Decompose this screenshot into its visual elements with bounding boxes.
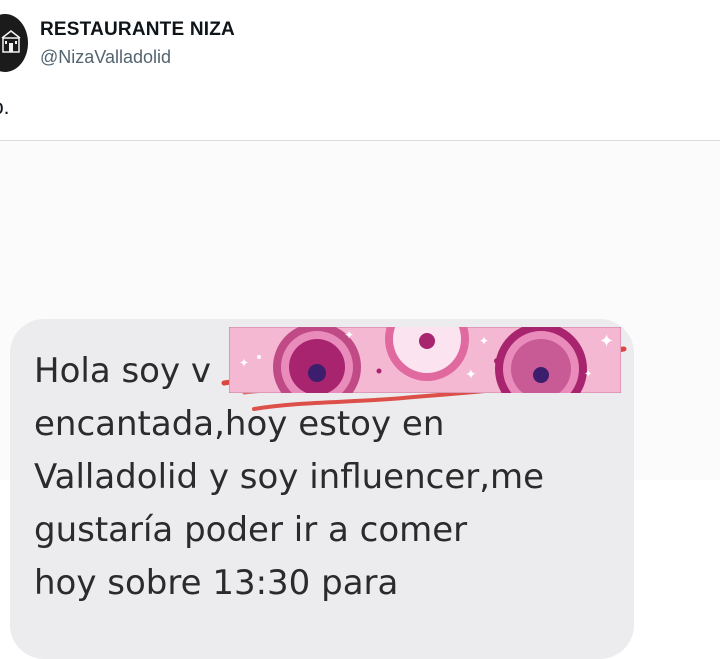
tweet-header: RESTAURANTE NIZA @NizaValladolid o. xyxy=(0,0,720,140)
account-handle[interactable]: @NizaValladolid xyxy=(40,47,171,68)
svg-text:✦: ✦ xyxy=(584,369,592,380)
tweet-media-image[interactable]: Hola soy v encantada,hoy estoy en Vallad… xyxy=(0,141,720,659)
svg-text:✦: ✦ xyxy=(344,328,354,342)
donuts-sticker-icon: ✦ ✦ ✦ ✦ ✦ ✦ xyxy=(229,327,621,393)
svg-text:✦: ✦ xyxy=(465,366,477,382)
message-line: gustaría poder ir a comer xyxy=(34,510,468,550)
restaurant-logo-icon xyxy=(1,30,21,53)
donut-icon xyxy=(495,327,587,393)
svg-text:✦: ✦ xyxy=(479,334,489,348)
tweet-text: o. xyxy=(0,96,10,119)
account-avatar[interactable] xyxy=(0,14,28,72)
svg-text:✦: ✦ xyxy=(239,356,249,370)
message-line: hoy sobre 13:30 para xyxy=(34,563,399,603)
message-line: Valladolid y soy influencer,me xyxy=(34,457,545,497)
account-name[interactable]: RESTAURANTE NIZA xyxy=(40,19,235,41)
svg-text:✦: ✦ xyxy=(599,331,614,351)
